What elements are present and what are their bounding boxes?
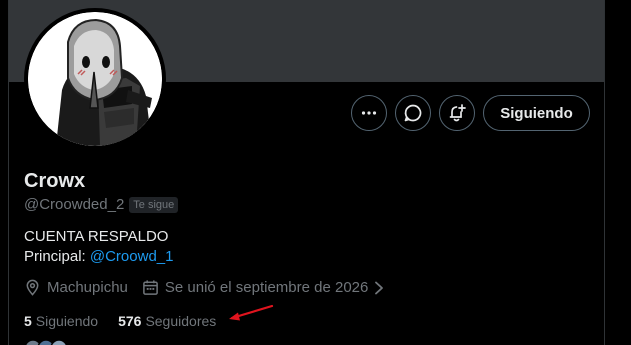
following-count: 5 — [24, 313, 32, 329]
bell-plus-icon — [449, 104, 466, 122]
followers-count-link[interactable]: 576 Seguidores — [118, 313, 216, 329]
handle-row: @Croowded_2 Te sigue — [24, 196, 179, 213]
chevron-right-icon — [375, 281, 384, 294]
following-label: Siguiendo — [35, 313, 99, 329]
more-options-button[interactable] — [351, 95, 387, 131]
right-column-divider — [604, 0, 605, 345]
avatar-illustration — [28, 12, 162, 146]
followers-count: 576 — [118, 313, 142, 329]
more-dots-icon — [361, 111, 377, 115]
joined-text: Se unió el septiembre de 2026 — [164, 279, 369, 296]
location-text: Machupichu — [47, 279, 128, 296]
annotation-arrow — [229, 304, 274, 321]
following-button[interactable]: Siguiendo — [483, 95, 590, 131]
message-button[interactable] — [395, 95, 431, 131]
joined-item[interactable]: Se unió el septiembre de 2026 — [142, 279, 384, 296]
avatar-image — [28, 12, 162, 146]
user-handle: @Croowded_2 — [24, 196, 125, 213]
location-item: Machupichu — [24, 279, 128, 296]
profile-page: Siguiendo Crowx @Croowded_2 Te sigue CUE… — [0, 0, 631, 345]
bio-principal-link[interactable]: @Croowd_1 — [90, 248, 174, 265]
follow-counts: 5 Siguiendo 576 Seguidores — [24, 313, 236, 329]
followed-by-avatars[interactable] — [24, 338, 74, 345]
display-name: Crowx — [24, 170, 86, 192]
bio-principal-label: Principal: — [24, 248, 86, 265]
location-pin-icon — [26, 279, 39, 296]
following-count-link[interactable]: 5 Siguiendo — [24, 313, 98, 329]
follows-you-badge: Te sigue — [129, 196, 179, 213]
message-bubble-icon — [404, 104, 422, 122]
profile-avatar[interactable] — [24, 8, 166, 150]
profile-meta: Machupichu Se unió el septiembre de 2026 — [24, 279, 398, 296]
notifications-button[interactable] — [439, 95, 475, 131]
calendar-icon — [143, 280, 158, 295]
bio-line-2: Principal: @Croowd_1 — [24, 248, 173, 265]
bio-line-1: CUENTA RESPALDO — [24, 228, 169, 245]
followers-label: Seguidores — [145, 313, 217, 329]
